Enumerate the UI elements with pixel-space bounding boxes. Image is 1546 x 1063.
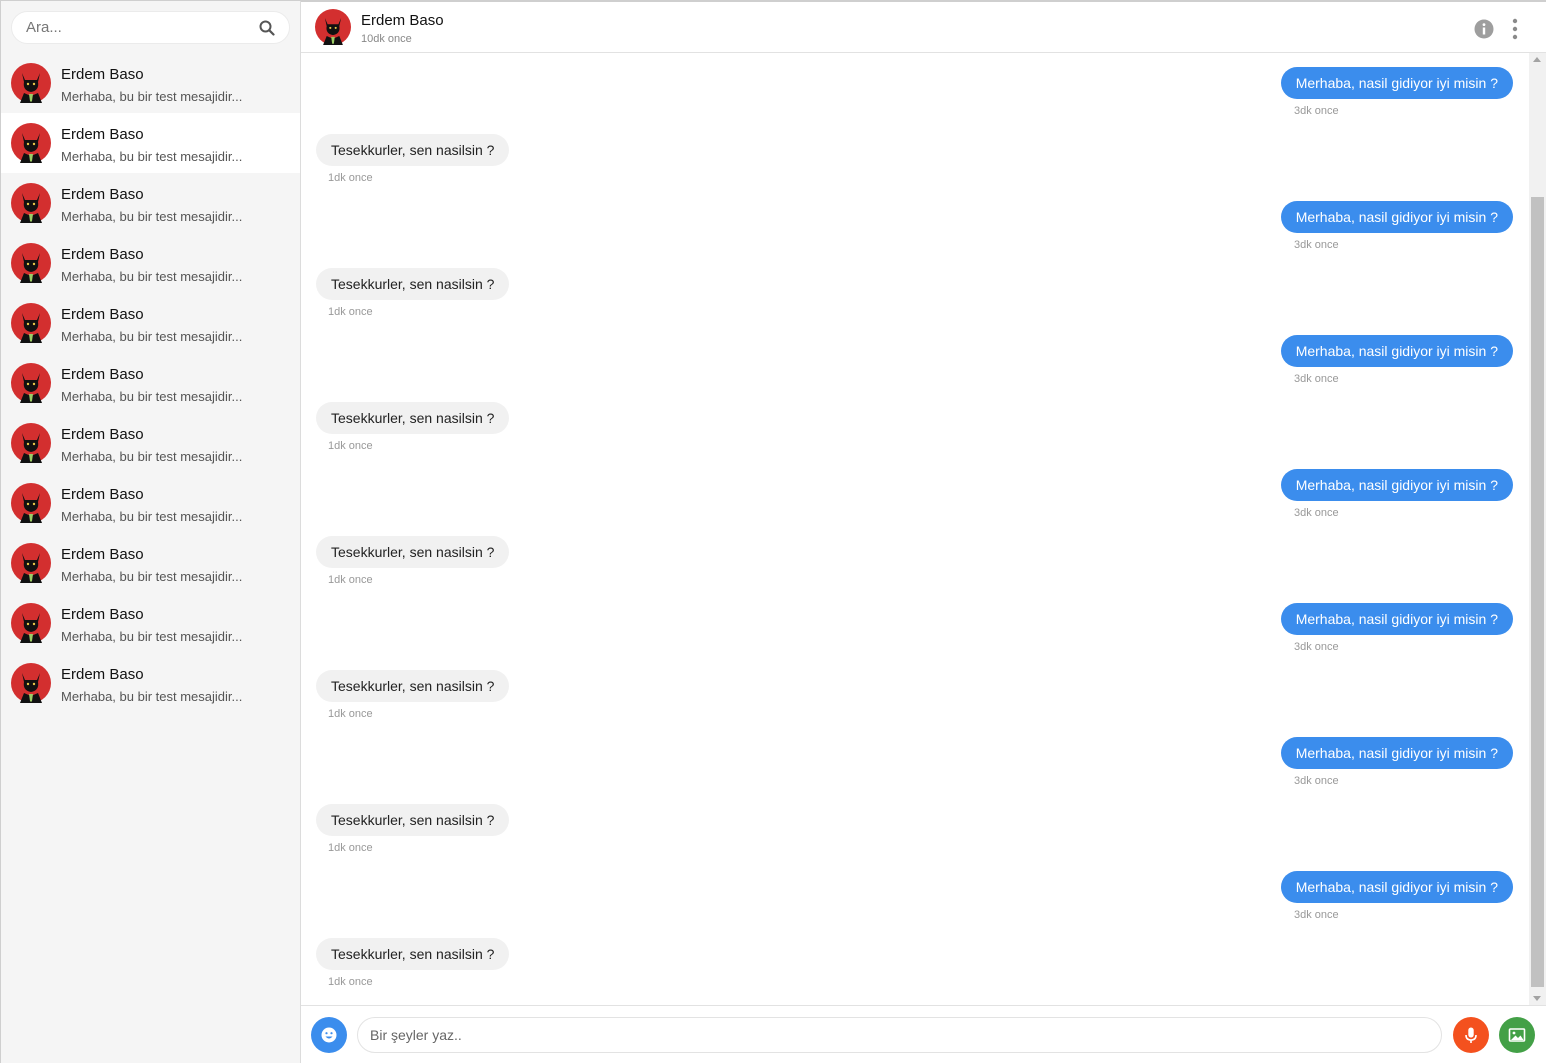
scroll-up-arrow-icon[interactable] [1533,57,1541,62]
conversation-preview: Merhaba, bu bir test mesajidir... [61,569,243,584]
conversation-preview: Merhaba, bu bir test mesajidir... [61,629,243,644]
conversation-sidebar: Erdem Baso Merhaba, bu bir test mesajidi… [1,1,301,1063]
conversation-name: Erdem Baso [61,366,144,383]
avatar [11,603,51,643]
conversation-preview: Merhaba, bu bir test mesajidir... [61,449,243,464]
conversation-item[interactable]: Erdem Baso Merhaba, bu bir test mesajidi… [1,533,300,593]
conversation-name: Erdem Baso [61,246,144,263]
message-timestamp: 1dk once [328,172,373,184]
outgoing-message-bubble[interactable]: Merhaba, nasil gidiyor iyi misin ? [1280,469,1513,501]
conversation-item[interactable]: Erdem Baso Merhaba, bu bir test mesajidi… [1,173,300,233]
conversation-name: Erdem Baso [61,126,144,143]
incoming-message-bubble[interactable]: Tesekkurler, sen nasilsin ? [316,536,510,568]
avatar [11,123,51,163]
image-icon [1508,1028,1526,1042]
conversation-list: Erdem Baso Merhaba, bu bir test mesajidi… [1,53,300,713]
message-timestamp: 3dk once [1294,641,1339,653]
more-vertical-icon[interactable] [1507,18,1523,40]
avatar [11,663,51,703]
outgoing-message-bubble[interactable]: Merhaba, nasil gidiyor iyi misin ? [1280,737,1513,769]
chat-panel: Erdem Baso 10dk once Merhaba, nasil gidi… [301,1,1546,1063]
chat-header: Erdem Baso 10dk once [301,1,1546,53]
search-box [11,11,290,44]
outgoing-message-bubble[interactable]: Merhaba, nasil gidiyor iyi misin ? [1280,871,1513,903]
message-timestamp: 1dk once [328,976,373,988]
message-timestamp: 3dk once [1294,775,1339,787]
avatar [11,183,51,223]
scroll-thumb[interactable] [1531,197,1544,987]
avatar[interactable] [315,9,351,45]
incoming-message-bubble[interactable]: Tesekkurler, sen nasilsin ? [316,670,510,702]
avatar [11,363,51,403]
incoming-message-bubble[interactable]: Tesekkurler, sen nasilsin ? [316,134,510,166]
conversation-preview: Merhaba, bu bir test mesajidir... [61,269,243,284]
message-timestamp: 1dk once [328,574,373,586]
info-icon[interactable] [1474,19,1494,39]
avatar [11,423,51,463]
message-timestamp: 3dk once [1294,239,1339,251]
last-seen-status: 10dk once [361,33,412,45]
conversation-item[interactable]: Erdem Baso Merhaba, bu bir test mesajidi… [1,473,300,533]
conversation-name: Erdem Baso [61,306,144,323]
conversation-item[interactable]: Erdem Baso Merhaba, bu bir test mesajidi… [1,233,300,293]
conversation-item[interactable]: Erdem Baso Merhaba, bu bir test mesajidi… [1,293,300,353]
message-composer [301,1005,1546,1063]
conversation-name: Erdem Baso [61,546,144,563]
avatar [11,243,51,283]
message-timestamp: 3dk once [1294,373,1339,385]
chat-contact-name: Erdem Baso [361,12,444,29]
conversation-item[interactable]: Erdem Baso Merhaba, bu bir test mesajidi… [1,353,300,413]
conversation-name: Erdem Baso [61,186,144,203]
message-timestamp: 3dk once [1294,507,1339,519]
emoji-icon [321,1027,337,1043]
conversation-item[interactable]: Erdem Baso Merhaba, bu bir test mesajidi… [1,113,300,264]
conversation-preview: Merhaba, bu bir test mesajidir... [61,509,243,524]
conversation-preview: Merhaba, bu bir test mesajidir... [61,149,243,164]
conversation-item[interactable]: Erdem Baso Merhaba, bu bir test mesajidi… [1,593,300,653]
voice-message-button[interactable] [1453,1017,1489,1053]
send-image-button[interactable] [1499,1017,1535,1053]
outgoing-message-bubble[interactable]: Merhaba, nasil gidiyor iyi misin ? [1280,67,1513,99]
conversation-name: Erdem Baso [61,66,144,83]
conversation-preview: Merhaba, bu bir test mesajidir... [61,209,243,224]
search-icon[interactable] [259,20,275,36]
outgoing-message-bubble[interactable]: Merhaba, nasil gidiyor iyi misin ? [1280,201,1513,233]
emoji-button[interactable] [311,1017,347,1053]
avatar [11,543,51,583]
outgoing-message-bubble[interactable]: Merhaba, nasil gidiyor iyi misin ? [1280,603,1513,635]
conversation-item[interactable]: Erdem Baso Merhaba, bu bir test mesajidi… [1,53,300,113]
incoming-message-bubble[interactable]: Tesekkurler, sen nasilsin ? [316,402,510,434]
conversation-item[interactable]: Erdem Baso Merhaba, bu bir test mesajidi… [1,653,300,713]
conversation-preview: Merhaba, bu bir test mesajidir... [61,329,243,344]
incoming-message-bubble[interactable]: Tesekkurler, sen nasilsin ? [316,268,510,300]
message-input[interactable] [357,1017,1442,1053]
message-timestamp: 1dk once [328,842,373,854]
avatar [11,303,51,343]
search-input[interactable] [26,12,256,43]
conversation-name: Erdem Baso [61,606,144,623]
app-window: Erdem Baso Merhaba, bu bir test mesajidi… [0,0,1546,1063]
scroll-down-arrow-icon[interactable] [1533,996,1541,1001]
conversation-preview: Merhaba, bu bir test mesajidir... [61,689,243,704]
avatar [11,63,51,103]
message-list[interactable]: Merhaba, nasil gidiyor iyi misin ? 3dk on… [301,53,1531,1005]
avatar [11,483,51,523]
microphone-icon [1465,1027,1477,1043]
message-timestamp: 3dk once [1294,909,1339,921]
message-timestamp: 1dk once [328,440,373,452]
conversation-preview: Merhaba, bu bir test mesajidir... [61,389,243,404]
conversation-name: Erdem Baso [61,666,144,683]
outgoing-message-bubble[interactable]: Merhaba, nasil gidiyor iyi misin ? [1280,335,1513,367]
incoming-message-bubble[interactable]: Tesekkurler, sen nasilsin ? [316,804,510,836]
message-timestamp: 3dk once [1294,105,1339,117]
message-timestamp: 1dk once [328,708,373,720]
conversation-name: Erdem Baso [61,486,144,503]
conversation-name: Erdem Baso [61,426,144,443]
conversation-preview: Merhaba, bu bir test mesajidir... [61,89,243,104]
conversation-item[interactable]: Erdem Baso Merhaba, bu bir test mesajidi… [1,413,300,473]
message-scrollbar[interactable] [1529,53,1546,1005]
message-timestamp: 1dk once [328,306,373,318]
incoming-message-bubble[interactable]: Tesekkurler, sen nasilsin ? [316,938,510,970]
